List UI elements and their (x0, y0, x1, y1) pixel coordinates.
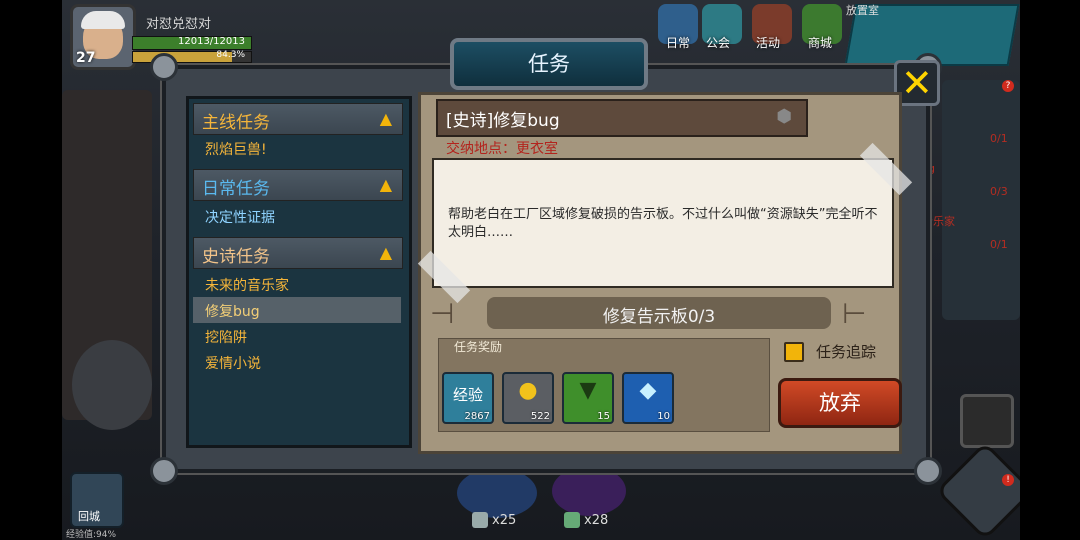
top-menu-guild[interactable]: 公会 (706, 34, 730, 51)
chevron-up-icon: ▲ (379, 109, 392, 128)
category-epic[interactable]: 史诗任务 ▲ (193, 237, 403, 269)
hp-bar: 12013/12013 (132, 36, 252, 50)
alert-icon: ! (1002, 474, 1014, 486)
chevron-up-icon: ▲ (379, 175, 392, 194)
reward-count: 522 (530, 411, 550, 422)
crate-icon (564, 512, 580, 528)
hp-text: 12013/12013 (178, 36, 245, 47)
back-city-label: 回城 (78, 510, 100, 523)
minimap-label: 放置室 (846, 4, 879, 17)
bolt-bottom-left (150, 457, 178, 485)
quest-item[interactable]: 爱情小说 (193, 349, 401, 375)
track-label[interactable]: 任务追踪 (816, 341, 876, 362)
bolt-top-left (150, 53, 178, 81)
abandon-button[interactable]: 放弃 (778, 378, 902, 428)
green-part-icon: ▼ (579, 378, 597, 403)
quest-list: 主线任务 ▲ 烈焰巨兽! 日常任务 ▲ 决定性证据 史诗任务 ▲ 未来的音乐家 … (186, 96, 412, 448)
bolt-bottom-right (914, 457, 942, 485)
side-count-2: 0/3 (990, 185, 1008, 198)
crystal-icon: ◆ (639, 378, 657, 403)
currency-2: x28 (584, 513, 609, 528)
player-level: 27 (76, 50, 96, 66)
quest-title: [史诗]修复bug (446, 111, 560, 131)
chevron-up-icon: ▲ (379, 243, 392, 262)
main-action-button[interactable] (935, 441, 1020, 540)
quest-item-selected[interactable]: 修复bug (193, 297, 401, 323)
exp-small: 经验值:94% (66, 530, 117, 540)
category-epic-title: 史诗任务 (202, 247, 270, 267)
game-view: 27 对怼兑怼对 12013/12013 84.3% 日常 公会 活动 商城 放… (62, 0, 1020, 540)
panel-title-plate: 任务 (450, 38, 648, 90)
quest-item[interactable]: 未来的音乐家 (193, 271, 401, 297)
reward-crystal[interactable]: ◆ 10 (622, 372, 674, 424)
quest-item[interactable]: 烈焰巨兽! (193, 135, 401, 161)
reward-count: 2867 (464, 411, 490, 422)
side-count-1: 0/1 (990, 132, 1008, 145)
game-screen: 27 对怼兑怼对 12013/12013 84.3% 日常 公会 活动 商城 放… (0, 0, 1080, 540)
deliver-location: 交纳地点：更衣室 (446, 141, 558, 157)
objective-label: 修复告示板 (602, 307, 688, 327)
quest-item[interactable]: 挖陷阱 (193, 323, 401, 349)
exp-book-icon: 经验 (444, 384, 492, 405)
reward-exp-label: 经验 (452, 386, 483, 404)
bracket-right-icon: ⊢ (842, 297, 867, 330)
bg-wheel-left (72, 340, 152, 430)
xp-text: 84.3% (216, 50, 245, 60)
quest-item-label: 爱情小说 (205, 356, 261, 372)
currency-1: x25 (492, 513, 517, 528)
quest-item-label: 挖陷阱 (205, 330, 247, 346)
avatar-hair (81, 11, 125, 29)
player-name: 对怼兑怼对 (146, 17, 212, 32)
reward-gold[interactable]: ● 522 (502, 372, 554, 424)
bracket-left-icon: ⊣ (430, 297, 455, 330)
reward-exp[interactable]: 经验 2867 (442, 372, 494, 424)
objective-progress-label: 修复告示板0/3 (487, 302, 831, 327)
objective-value: 0/3 (687, 307, 716, 327)
quest-item-label: 未来的音乐家 (205, 278, 289, 294)
track-checkbox[interactable] (784, 342, 804, 362)
objective-progress: 修复告示板0/3 (487, 297, 831, 329)
quest-description: 帮助老白在工厂区域修复破损的告示板。不过什么叫做“资源缺失”完全听不太明白…… (448, 207, 878, 240)
category-daily[interactable]: 日常任务 ▲ (193, 169, 403, 201)
bag-button[interactable] (960, 394, 1014, 448)
abandon-label: 放弃 (819, 391, 861, 415)
quest-item[interactable]: 决定性证据 (193, 203, 401, 229)
reward-count: 15 (597, 411, 610, 422)
side-count-3: 0/1 (990, 238, 1008, 251)
category-main-title: 主线任务 (202, 113, 270, 133)
bg-orb-left (457, 468, 537, 518)
reward-count: 10 (657, 411, 670, 422)
bullet-icon (472, 512, 488, 528)
top-menu-shop[interactable]: 商城 (808, 34, 832, 51)
quest-title-banner: [史诗]修复bug ⬢ (436, 99, 808, 137)
quest-item-label: 修复bug (205, 304, 260, 320)
top-menu-activity[interactable]: 活动 (756, 34, 780, 51)
alert-icon: ? (1002, 80, 1014, 92)
quest-item-label: 烈焰巨兽! (205, 142, 267, 158)
category-main[interactable]: 主线任务 ▲ (193, 103, 403, 135)
reward-part[interactable]: ▼ 15 (562, 372, 614, 424)
reward-title: 任务奖励 (454, 340, 503, 354)
close-icon: ✕ (901, 61, 933, 105)
gold-coins-icon: ● (518, 378, 538, 403)
category-daily-title: 日常任务 (202, 179, 270, 199)
panel-title: 任务 (528, 52, 570, 76)
top-menu-daily[interactable]: 日常 (666, 34, 690, 51)
bg-machine-right (942, 80, 1020, 320)
gear-icon: ⬢ (776, 106, 792, 127)
bg-orb-right (552, 466, 626, 516)
description-box: 帮助老白在工厂区域修复破损的告示板。不过什么叫做“资源缺失”完全听不太明白…… (432, 158, 894, 288)
quest-item-label: 决定性证据 (205, 210, 275, 226)
